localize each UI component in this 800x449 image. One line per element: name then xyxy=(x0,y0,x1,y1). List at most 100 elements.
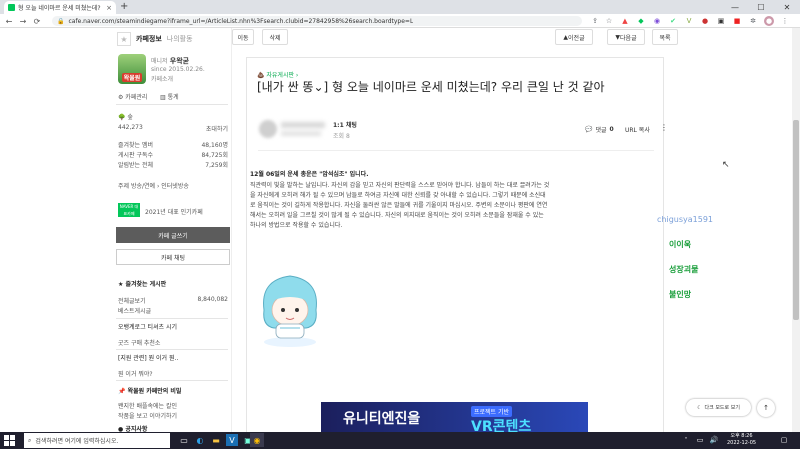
chrome-icon[interactable]: ◉ xyxy=(250,433,264,447)
cafe-level: 🌳 숲 xyxy=(118,114,133,121)
maximize-button[interactable]: ☐ xyxy=(748,0,774,14)
board-sub-row: 게시판 구독수 84,725회 xyxy=(118,152,228,159)
scroll-top-button[interactable]: ↑ xyxy=(757,399,775,417)
extension-icon[interactable]: ◆ xyxy=(636,16,646,26)
extension-icon[interactable]: ● xyxy=(700,16,710,26)
sticker-body xyxy=(275,323,305,339)
back-button[interactable]: ← xyxy=(3,14,15,28)
author-name-blurred xyxy=(281,122,325,128)
taskbar-search-input[interactable]: ⌕ 검색하려면 여기에 입력하십시오. xyxy=(24,433,170,448)
lock-icon: 🔒 xyxy=(57,17,65,25)
divider xyxy=(116,104,228,105)
tab-cafe-info[interactable]: 카페정보 xyxy=(136,34,162,44)
share-icon[interactable]: ⇪ xyxy=(590,16,600,26)
cafe-topic-tags[interactable]: 주제 방송/연예 › 인터넷방송 xyxy=(118,181,189,190)
extension-icon[interactable]: ▣ xyxy=(716,16,726,26)
next-post-button[interactable]: ▼ 다음글 xyxy=(607,29,645,45)
naver-favicon-icon xyxy=(8,4,15,11)
extension-icon[interactable]: ■ xyxy=(732,16,742,26)
divider xyxy=(258,150,654,151)
member-count-row: 442,273 초대하기 xyxy=(118,124,228,133)
divider xyxy=(116,318,228,319)
best-posts-link[interactable]: 베스트게시글 xyxy=(118,306,151,315)
author-avatar[interactable] xyxy=(259,120,277,138)
new-tab-button[interactable]: + xyxy=(120,1,128,13)
fortune-heading: 12월 06일의 운세 총운은 "암석심조" 입니다. xyxy=(250,171,369,178)
delete-button[interactable]: 삭제 xyxy=(262,29,288,45)
address-bar[interactable]: 🔒 cafe.naver.com/steamindiegame?iframe_u… xyxy=(52,16,582,26)
extension-icon[interactable]: ▲ xyxy=(620,16,630,26)
overlay-line: 성장괴물 xyxy=(669,265,699,274)
notification-icon[interactable]: ▢ xyxy=(778,434,790,446)
cafe-chat-button[interactable]: 카페 채팅 xyxy=(116,249,230,265)
tab-close-button[interactable]: × xyxy=(106,4,112,12)
clock-time: 오후 8:26 xyxy=(730,433,753,439)
extension-icon[interactable]: ✔ xyxy=(668,16,678,26)
more-menu-icon[interactable]: ⋮ xyxy=(660,123,668,132)
move-button[interactable]: 이동 xyxy=(232,29,254,45)
close-window-button[interactable]: ✕ xyxy=(774,0,800,14)
bookmark-star-icon[interactable]: ☆ xyxy=(604,16,614,26)
cafe-intro-link[interactable]: 카페소개 xyxy=(151,74,173,83)
tab-title: 형 오늘 네이마르 운세 미쳤는데? xyxy=(18,5,101,12)
article-date-blurred xyxy=(281,131,321,136)
extension-icon[interactable]: V xyxy=(684,16,694,26)
windows-start-icon[interactable] xyxy=(3,434,16,447)
sticker-eye xyxy=(281,308,285,312)
author-chat-link[interactable]: 1:1 채팅 xyxy=(333,120,357,129)
manager-info: 매니저 우왁굳 xyxy=(151,56,189,66)
edge-icon[interactable]: ◐ xyxy=(194,434,206,446)
prev-post-button[interactable]: ▲ 이전글 xyxy=(555,29,593,45)
overlay-username: chigusya1591 xyxy=(657,215,714,224)
scrollbar-thumb[interactable] xyxy=(793,120,799,320)
article-card xyxy=(246,57,664,447)
sidebar-item-art[interactable]: 작품을 보고 이야기하기 xyxy=(118,411,177,420)
sticker-shadow xyxy=(264,337,316,347)
volume-icon[interactable]: 🔊 xyxy=(708,434,720,446)
menu-dots-icon[interactable]: ⋮ xyxy=(780,16,790,26)
extension-icon[interactable]: ◉ xyxy=(652,16,662,26)
sidebar-section-title[interactable]: [지원 관련] 뭔 이거 뭔.. xyxy=(118,353,178,362)
tab-my-activity[interactable]: 나의활동 xyxy=(167,34,193,44)
manager-name[interactable]: 우왁굳 xyxy=(170,57,189,65)
all-posts-row[interactable]: 전체글보기 8,840,082 xyxy=(118,296,228,305)
tray-chevron-icon[interactable]: ˄ xyxy=(680,434,692,446)
taskbar-clock[interactable]: 오후 8:26 2022-12-05 xyxy=(727,433,756,447)
dark-mode-button[interactable]: ☾ 다크 모드로 보기 xyxy=(686,399,751,416)
cafe-manage-link[interactable]: ⚙ 카페관리 xyxy=(118,92,147,101)
reload-button[interactable]: ⟳ xyxy=(31,14,43,28)
stats-link[interactable]: ▥ 통계 xyxy=(160,92,179,101)
divider xyxy=(116,380,228,381)
sidebar-section-title[interactable]: 📌 왁물원 카페만의 비밀 xyxy=(118,386,181,395)
naver-badge: NAVER 대표카페 xyxy=(118,203,140,217)
article-title: [내가 싼 똥⌄] 형 오늘 네이마르 운세 미쳤는데? 우리 큰일 난 것 같… xyxy=(257,80,605,94)
write-post-button[interactable]: 카페 글쓰기 xyxy=(116,227,230,243)
puzzle-icon[interactable]: ✲ xyxy=(748,16,758,26)
comments-link[interactable]: 💬 댓글 0 xyxy=(585,125,614,134)
sidebar-item-what[interactable]: 뭔 이거 뭐야? xyxy=(118,369,153,378)
cafe-since: since 2015.02.26. xyxy=(151,66,205,73)
sidebar-section-title[interactable]: 오뱅계로그 티셔츠 시기 xyxy=(118,322,177,331)
profile-avatar-icon[interactable]: ● xyxy=(764,16,774,26)
url-copy-button[interactable]: URL 복사 xyxy=(625,125,650,134)
article-views: 조회 8 xyxy=(333,133,350,140)
minimize-button[interactable]: — xyxy=(722,0,748,14)
ad-banner[interactable]: 유니티엔진을 프로젝트 기반 VR콘텐츠 xyxy=(321,402,588,434)
forward-button[interactable]: → xyxy=(17,14,29,28)
moon-icon: ☾ xyxy=(697,404,702,411)
invite-link[interactable]: 초대하기 xyxy=(206,124,228,133)
network-icon[interactable]: ▭ xyxy=(694,434,706,446)
browser-tab[interactable]: 형 오늘 네이마르 운세 미쳤는데? × xyxy=(4,1,116,14)
search-icon: ⌕ xyxy=(28,436,32,444)
fav-boards-title: ★ 즐겨찾는 게시판 xyxy=(118,281,167,288)
mascot-sticker xyxy=(263,275,317,347)
app-v-icon[interactable]: V xyxy=(226,434,238,446)
list-button[interactable]: 목록 xyxy=(652,29,678,45)
file-explorer-icon[interactable]: ▬ xyxy=(210,434,222,446)
board-link[interactable]: 💩 자유게시판 › xyxy=(257,70,298,79)
sidebar-item-secret[interactable]: 왠지한 배플속에는 칼인 xyxy=(118,401,177,410)
task-view-icon[interactable]: ▭ xyxy=(178,434,190,446)
favorite-star-icon[interactable]: ★ xyxy=(117,32,131,46)
sidebar-item-goods[interactable]: 굿즈 구매 추천소 xyxy=(118,338,160,347)
overlay-line: 이이욱 xyxy=(669,240,692,249)
